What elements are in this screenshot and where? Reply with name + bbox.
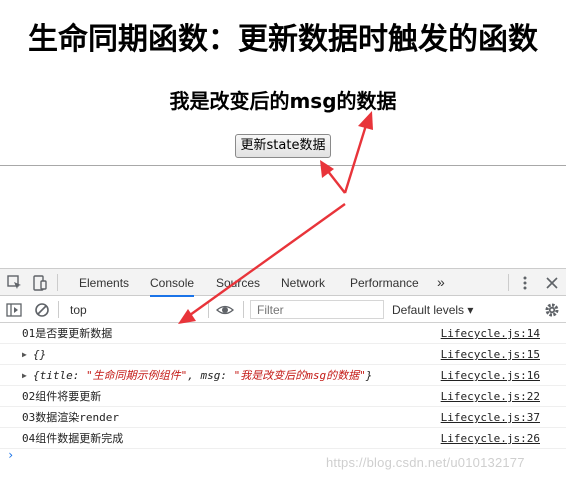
viewport-divider bbox=[0, 165, 566, 166]
expand-triangle-icon[interactable]: ▶ bbox=[22, 365, 27, 386]
expand-triangle-icon[interactable]: ▶ bbox=[22, 344, 27, 365]
rendered-page: 生命同期函数：更新数据时触发的函数 我是改变后的msg的数据 更新state数据 bbox=[0, 0, 566, 268]
toolbar-divider bbox=[208, 301, 209, 318]
filter-input[interactable] bbox=[250, 300, 384, 319]
show-sidebar-icon[interactable] bbox=[5, 301, 23, 319]
object-msg-value: "我是改变后的msg的数据" bbox=[233, 369, 366, 382]
toolbar-divider bbox=[243, 301, 244, 318]
source-link[interactable]: Lifecycle.js:26 bbox=[441, 428, 540, 449]
object-prefix: {title: bbox=[33, 369, 86, 382]
console-row: 01是否要更新数据 Lifecycle.js:14 bbox=[0, 323, 566, 344]
log-levels-dropdown[interactable]: Default levels ▾ bbox=[392, 297, 473, 322]
source-link[interactable]: Lifecycle.js:15 bbox=[441, 344, 540, 365]
close-icon[interactable] bbox=[543, 274, 561, 292]
toolbar-divider bbox=[508, 274, 509, 291]
object-title-value: "生命同期示例组件" bbox=[85, 369, 188, 382]
tab-network[interactable]: Network bbox=[281, 269, 325, 296]
object-suffix: } bbox=[365, 369, 373, 382]
devtools-panel: Elements Console Sources Network Perform… bbox=[0, 268, 566, 483]
source-link[interactable]: Lifecycle.js:22 bbox=[441, 386, 540, 407]
console-message: 02组件将要更新 bbox=[22, 390, 102, 403]
console-prompt[interactable]: › bbox=[7, 448, 14, 462]
tab-elements[interactable]: Elements bbox=[79, 269, 129, 296]
toolbar-divider bbox=[57, 274, 58, 291]
message-text: 我是改变后的msg的数据 bbox=[169, 89, 397, 113]
console-object[interactable]: {title: "生命同期示例组件", msg: "我是改变后的msg的数据"} bbox=[33, 365, 372, 386]
more-tabs-icon[interactable]: » bbox=[437, 269, 445, 296]
source-link[interactable]: Lifecycle.js:14 bbox=[441, 323, 540, 344]
tab-performance[interactable]: Performance bbox=[350, 269, 419, 296]
tab-console[interactable]: Console bbox=[150, 269, 195, 297]
console-message: 03数据渲染render bbox=[22, 411, 119, 424]
devtools-tab-bar: Elements Console Sources Network Perform… bbox=[0, 268, 566, 297]
console-message: 04组件数据更新完成 bbox=[22, 432, 124, 445]
inspect-element-icon[interactable] bbox=[6, 274, 24, 292]
object-mid: , msg: bbox=[187, 369, 234, 382]
console-object[interactable]: {} bbox=[33, 344, 46, 365]
watermark: https://blog.csdn.net/u010132177 bbox=[326, 455, 525, 470]
page-heading: 生命同期函数：更新数据时触发的函数 bbox=[28, 22, 538, 57]
device-toolbar-icon[interactable] bbox=[31, 274, 49, 292]
console-row: 04组件数据更新完成 Lifecycle.js:26 bbox=[0, 428, 566, 449]
more-options-icon[interactable] bbox=[516, 274, 534, 292]
update-state-button[interactable]: 更新state数据 bbox=[235, 134, 331, 158]
tab-sources[interactable]: Sources bbox=[216, 269, 260, 296]
context-select[interactable]: top bbox=[64, 297, 204, 322]
source-link[interactable]: Lifecycle.js:16 bbox=[441, 365, 540, 386]
clear-console-icon[interactable] bbox=[33, 301, 51, 319]
source-link[interactable]: Lifecycle.js:37 bbox=[441, 407, 540, 428]
toolbar-divider bbox=[58, 301, 59, 318]
eye-icon[interactable] bbox=[216, 301, 234, 319]
console-row: ▶ {title: "生命同期示例组件", msg: "我是改变后的msg的数据… bbox=[0, 365, 566, 386]
console-message: 01是否要更新数据 bbox=[22, 327, 113, 340]
console-row: ▶ {} Lifecycle.js:15 bbox=[0, 344, 566, 365]
console-row: 03数据渲染render Lifecycle.js:37 bbox=[0, 407, 566, 428]
console-toolbar: top Default levels ▾ bbox=[0, 297, 566, 323]
settings-gear-icon[interactable] bbox=[543, 301, 561, 319]
console-row: 02组件将要更新 Lifecycle.js:22 bbox=[0, 386, 566, 407]
